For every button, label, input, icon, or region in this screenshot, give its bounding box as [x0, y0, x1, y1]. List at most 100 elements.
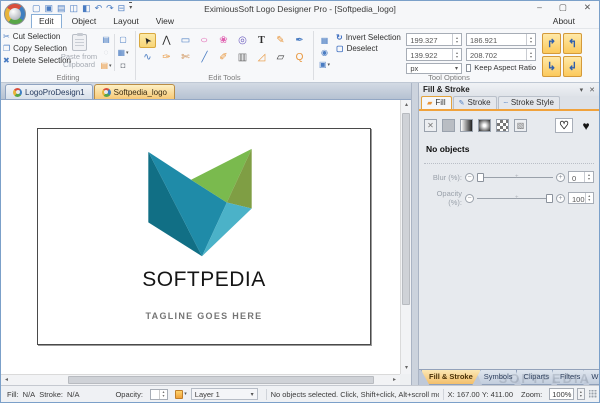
- scroll-down-icon[interactable]: ▾: [401, 363, 411, 374]
- opacity-slider[interactable]: [477, 193, 553, 203]
- minimize-button[interactable]: –: [537, 2, 542, 13]
- opacity-increase-icon[interactable]: +: [556, 193, 565, 203]
- heart-filled-icon[interactable]: ♥: [578, 119, 594, 133]
- vertical-scrollbar[interactable]: ▴ ▾: [400, 100, 411, 374]
- ellipse-tool-button[interactable]: ○: [196, 33, 213, 48]
- fill-texture-button[interactable]: ▧: [514, 119, 527, 132]
- copy-page-button[interactable]: ▤: [100, 34, 113, 45]
- heart-outline-shape-button[interactable]: ♡: [555, 118, 573, 133]
- panel-menu-icon[interactable]: ▾: [580, 86, 584, 94]
- shape-tool-button[interactable]: ❀: [215, 33, 232, 48]
- tab-layout[interactable]: Layout: [106, 15, 146, 28]
- blur-slider[interactable]: [477, 172, 553, 182]
- spinner-arrows-icon[interactable]: ▴ ▾: [584, 172, 593, 182]
- gradient-tool-button[interactable]: ▥: [234, 50, 251, 65]
- insert-image-button[interactable]: ▦ ▾: [117, 47, 130, 58]
- bottom-tab-widgets[interactable]: Widgets: [583, 370, 599, 385]
- pos-y-spinbox[interactable]: 208.702 ▴ ▾: [466, 48, 536, 61]
- maximize-button[interactable]: ▢: [559, 2, 567, 13]
- spiral-tool-button[interactable]: ◎: [234, 33, 251, 48]
- duplicate-button[interactable]: ◌: [100, 47, 113, 58]
- blur-slider-thumb[interactable]: [477, 172, 484, 182]
- fill-solid-button[interactable]: [442, 119, 455, 132]
- node-editor-tool-button[interactable]: ⋀: [158, 33, 175, 48]
- bottom-tab-filters[interactable]: Filters: [551, 370, 589, 385]
- marker-tool-button[interactable]: ✐: [215, 50, 232, 65]
- fill-none-button[interactable]: ✕: [424, 119, 437, 132]
- corner-top-left-button[interactable]: ↱: [542, 33, 561, 54]
- panel-close-icon[interactable]: ✕: [589, 86, 595, 94]
- brush-tool-button[interactable]: ✑: [158, 50, 175, 65]
- spinner-arrows-icon[interactable]: ▴ ▾: [452, 34, 461, 45]
- invert-selection-button[interactable]: ↻ Invert Selection: [336, 33, 402, 42]
- logo-tagline-text[interactable]: TAGLINE GOES HERE: [38, 311, 370, 321]
- spinner-arrows-icon[interactable]: ▴ ▾: [452, 49, 461, 60]
- tab-fill[interactable]: ▰ Fill: [421, 96, 452, 109]
- select-inside-button[interactable]: ◉: [318, 47, 331, 57]
- bottom-tab-cliparts[interactable]: Cliparts: [515, 370, 557, 385]
- tab-about[interactable]: About: [553, 16, 575, 26]
- fill-pattern-button[interactable]: [496, 119, 509, 132]
- blur-decrease-icon[interactable]: −: [465, 172, 474, 182]
- insert-page-button[interactable]: ▢: [117, 34, 130, 45]
- horizontal-scrollbar[interactable]: ◂ ▸: [1, 374, 400, 385]
- deselect-button[interactable]: ▢ Deselect: [336, 44, 402, 53]
- tab-edit[interactable]: Edit: [31, 13, 62, 29]
- spinner-arrows-icon[interactable]: ▴ ▾: [584, 193, 593, 203]
- pos-x-spinbox[interactable]: 186.921 ▴ ▾: [466, 33, 536, 46]
- opacity-slider-thumb[interactable]: [546, 193, 553, 203]
- width-spinbox[interactable]: 199.327 ▴ ▾: [406, 33, 462, 46]
- blur-increase-icon[interactable]: +: [556, 172, 565, 182]
- zoom-spinner[interactable]: ▴ ▾: [576, 388, 585, 400]
- horizontal-scroll-thumb[interactable]: [68, 376, 374, 384]
- spinner-arrows-icon[interactable]: ▴ ▾: [526, 34, 535, 45]
- tab-object[interactable]: Object: [65, 15, 104, 28]
- paste-from-clipboard-button[interactable]: Paste from Clipboard: [60, 32, 98, 73]
- selection-mode-button[interactable]: ▣ ▾: [318, 60, 331, 70]
- text-tool-button[interactable]: T: [253, 33, 270, 48]
- ruler-tool-button[interactable]: ◿: [253, 50, 270, 65]
- fill-color-icon[interactable]: [175, 389, 184, 399]
- zoom-tool-button[interactable]: Q: [291, 50, 308, 65]
- pen-tool-button[interactable]: ✒: [291, 33, 308, 48]
- select-same-button[interactable]: ▦: [318, 35, 331, 45]
- logo-title-text[interactable]: SOFTPEDIA: [38, 268, 370, 292]
- close-button[interactable]: ✕: [584, 2, 591, 13]
- perspective-tool-button[interactable]: ▱: [272, 50, 289, 65]
- opacity-status-spinbox[interactable]: ▴ ▾: [149, 388, 169, 400]
- delete-selection-button[interactable]: ✖ Delete Selection: [3, 56, 71, 65]
- opacity-decrease-icon[interactable]: −: [465, 193, 474, 203]
- height-spinbox[interactable]: 139.922 ▴ ▾: [406, 48, 462, 61]
- paste-special-button[interactable]: ▤ ▾: [100, 60, 113, 71]
- panel-splitter[interactable]: [411, 83, 419, 385]
- vertical-scroll-thumb[interactable]: [402, 113, 410, 305]
- tab-stroke[interactable]: ✎ Stroke: [452, 96, 497, 109]
- fill-radial-gradient-button[interactable]: [478, 119, 491, 132]
- eraser-tool-button[interactable]: ✄: [177, 50, 194, 65]
- doc-tab-logoprodesign1[interactable]: LogoProDesign1: [5, 84, 93, 99]
- scroll-up-icon[interactable]: ▴: [401, 100, 411, 111]
- cut-selection-button[interactable]: ✂ Cut Selection: [3, 32, 60, 41]
- corner-top-right-button[interactable]: ↰: [563, 33, 582, 54]
- bottom-tab-fill-stroke[interactable]: Fill & Stroke: [421, 370, 481, 385]
- chevron-down-icon[interactable]: ▾: [184, 391, 187, 397]
- blur-spinbox[interactable]: 0 ▴ ▾: [568, 171, 594, 183]
- resize-grip[interactable]: [589, 390, 597, 398]
- tab-stroke-style[interactable]: ┄ Stroke Style: [497, 96, 560, 109]
- copy-selection-button[interactable]: ❐ Copy Selection: [3, 44, 67, 53]
- opacity-spinbox[interactable]: 100 ▴ ▾: [568, 192, 594, 204]
- curve-tool-button[interactable]: ∿: [139, 50, 156, 65]
- doc-tab-softpedia-logo[interactable]: Softpedia_logo: [93, 84, 175, 99]
- rectangle-tool-button[interactable]: ▭: [177, 33, 194, 48]
- scroll-left-icon[interactable]: ◂: [1, 375, 12, 385]
- eyedropper-tool-button[interactable]: ╱: [196, 50, 213, 65]
- spinner-arrows-icon[interactable]: ▴ ▾: [526, 49, 535, 60]
- design-page[interactable]: SOFTPEDIA TAGLINE GOES HERE: [37, 128, 371, 345]
- layer-dropdown[interactable]: Layer 1 ▾: [190, 388, 258, 400]
- tab-view[interactable]: View: [149, 15, 181, 28]
- select-tool-button[interactable]: ➤: [139, 33, 156, 48]
- canvas-workspace[interactable]: SOFTPEDIA TAGLINE GOES HERE ▴ ▾ ◂ ▸: [1, 100, 411, 385]
- scroll-right-icon[interactable]: ▸: [389, 375, 400, 385]
- screen-capture-button[interactable]: ◘: [117, 60, 130, 71]
- freehand-tool-button[interactable]: ✎: [272, 33, 289, 48]
